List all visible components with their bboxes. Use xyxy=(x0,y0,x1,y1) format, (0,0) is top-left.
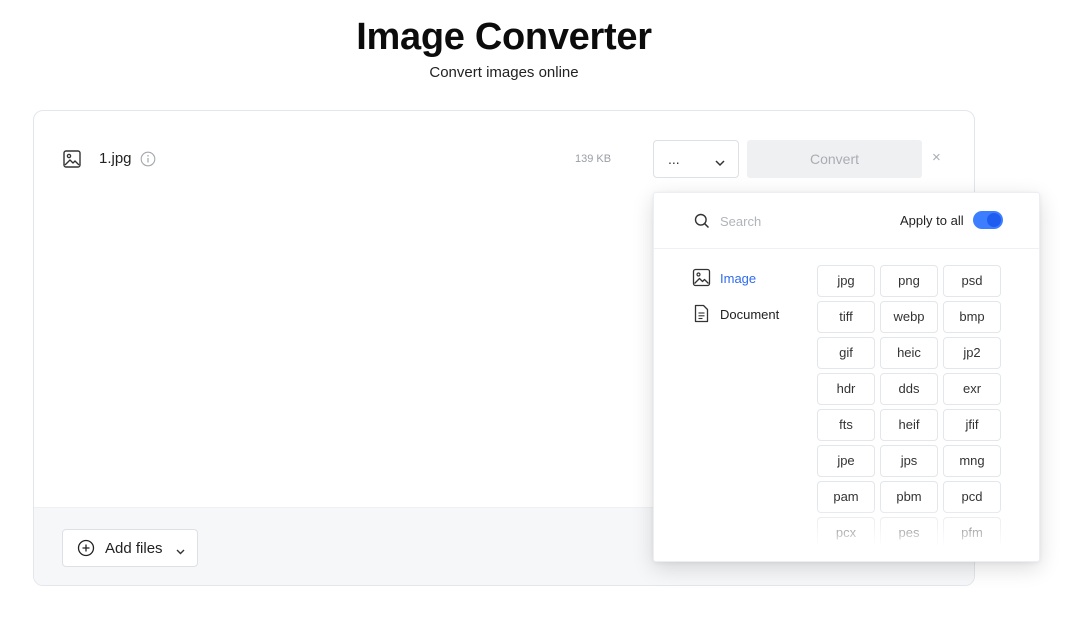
apply-to-all-toggle[interactable] xyxy=(973,211,1003,229)
chevron-down-icon xyxy=(175,544,186,555)
format-option-jp2[interactable]: jp2 xyxy=(943,337,1001,369)
image-icon xyxy=(692,268,711,287)
format-grid-viewport[interactable]: jpg png psd tiff webp bmp gif heic jp2 hdr dds exr f… xyxy=(817,265,1007,545)
format-option-bmp[interactable]: bmp xyxy=(943,301,1001,333)
format-option-mng[interactable]: mng xyxy=(943,445,1001,477)
page-title: Image Converter xyxy=(356,16,652,58)
format-option-heic[interactable]: heic xyxy=(880,337,938,369)
format-option-tiff[interactable]: tiff xyxy=(817,301,875,333)
format-option-png[interactable]: png xyxy=(880,265,938,297)
format-dropdown: Apply to all Image Document jpgpngpsd tif… xyxy=(653,192,1040,562)
file-size: 139 KB xyxy=(575,153,612,165)
file-row: 1.jpg 139 KB ... Convert × xyxy=(34,139,974,179)
format-option-pcd[interactable]: pcd xyxy=(943,481,1001,513)
add-files-button[interactable]: Add files xyxy=(62,529,198,567)
format-option-exr[interactable]: exr xyxy=(943,373,1001,405)
plus-circle-icon xyxy=(77,539,95,557)
format-option-jpe[interactable]: jpe xyxy=(817,445,875,477)
add-files-label: Add files xyxy=(105,540,163,557)
format-option-jps[interactable]: jps xyxy=(880,445,938,477)
format-option-pfm[interactable]: pfm xyxy=(943,517,1001,545)
file-name: 1.jpg xyxy=(99,150,132,167)
format-option-jpg[interactable]: jpg xyxy=(817,265,875,297)
format-option-fts[interactable]: fts xyxy=(817,409,875,441)
category-label: Image xyxy=(720,271,757,286)
remove-file-icon[interactable]: × xyxy=(932,149,941,166)
image-file-icon xyxy=(62,149,82,169)
format-option-pes[interactable]: pes xyxy=(880,517,938,545)
convert-button[interactable]: Convert xyxy=(747,140,922,178)
format-option-pcx[interactable]: pcx xyxy=(817,517,875,545)
output-format-select[interactable]: ... xyxy=(653,140,739,178)
format-search-input[interactable] xyxy=(720,211,870,231)
info-icon[interactable] xyxy=(140,151,156,167)
category-label: Document xyxy=(720,307,780,322)
format-option-pam[interactable]: pam xyxy=(817,481,875,513)
format-option-dds[interactable]: dds xyxy=(880,373,938,405)
apply-to-all-label: Apply to all xyxy=(900,213,964,228)
format-option-webp[interactable]: webp xyxy=(880,301,938,333)
format-option-heif[interactable]: heif xyxy=(880,409,938,441)
format-option-psd[interactable]: psd xyxy=(943,265,1001,297)
format-option-jfif[interactable]: jfif xyxy=(943,409,1001,441)
format-option-gif[interactable]: gif xyxy=(817,337,875,369)
search-icon xyxy=(694,213,710,229)
format-grid: jpg png psd tiff webp bmp gif heic jp2 hdr dds exr f… xyxy=(817,265,1001,545)
dropdown-header: Apply to all xyxy=(654,193,1039,249)
document-icon xyxy=(692,304,711,323)
page-subtitle: Convert images online xyxy=(429,64,579,81)
toggle-knob xyxy=(987,213,1001,227)
output-format-value: ... xyxy=(668,151,680,167)
format-option-pbm[interactable]: pbm xyxy=(880,481,938,513)
chevron-down-icon xyxy=(714,155,726,167)
format-option-hdr[interactable]: hdr xyxy=(817,373,875,405)
